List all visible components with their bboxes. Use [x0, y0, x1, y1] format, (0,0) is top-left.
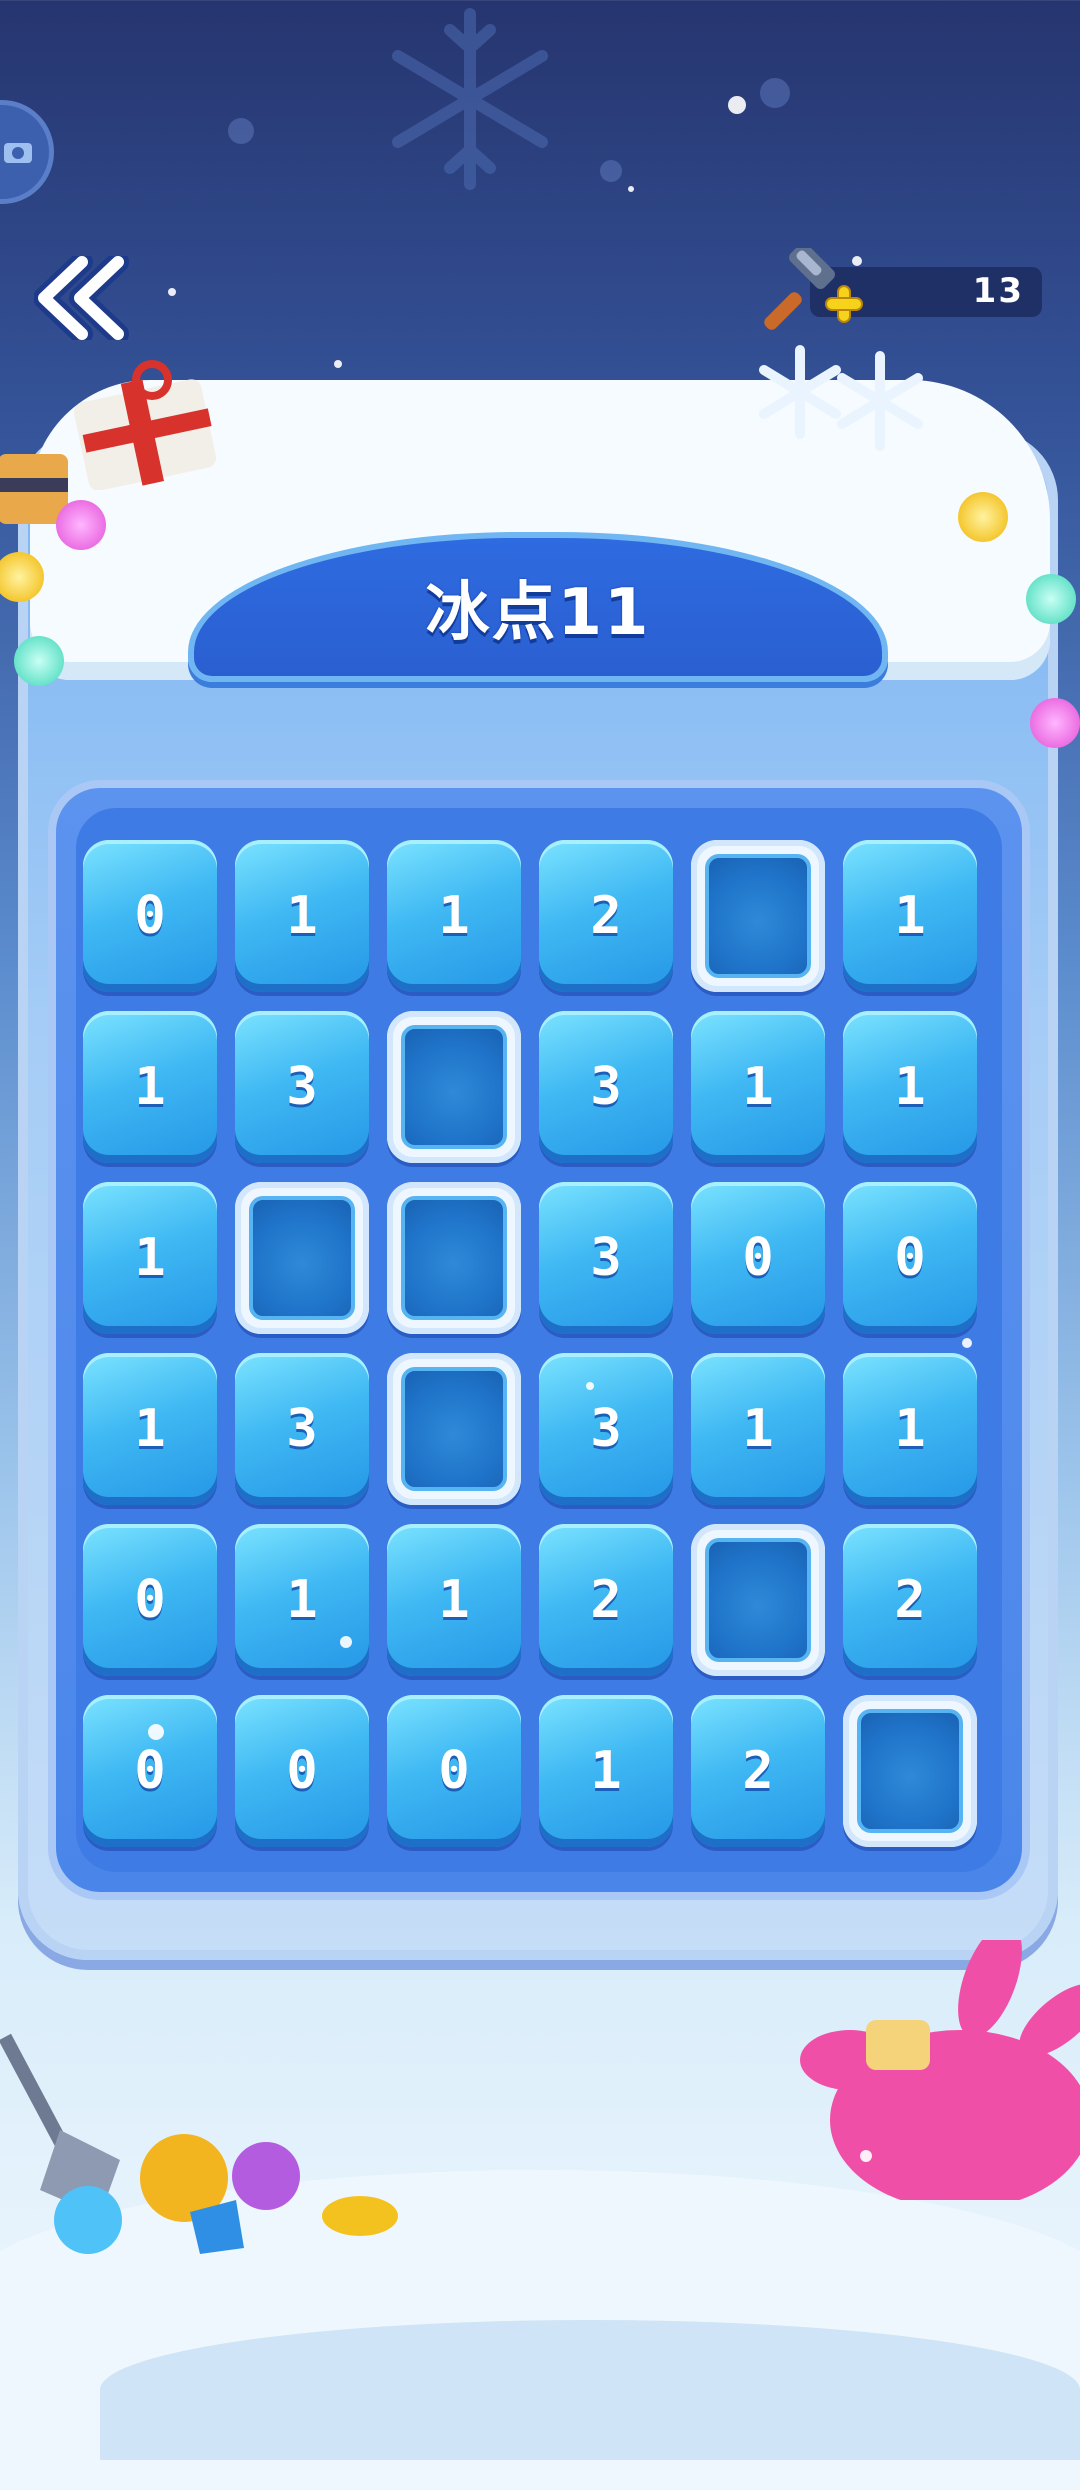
light-bulb [1030, 698, 1080, 748]
tile-number: 1 [742, 1057, 774, 1117]
number-tile[interactable]: 1 [691, 1011, 825, 1163]
number-tile[interactable]: 1 [691, 1353, 825, 1505]
number-tile[interactable]: 1 [83, 1011, 217, 1163]
tile-number: 3 [590, 1399, 622, 1459]
tile-number: 0 [134, 1741, 166, 1801]
tile-number: 1 [286, 1570, 318, 1630]
tile-number: 2 [590, 886, 622, 946]
number-tile[interactable]: 0 [843, 1182, 977, 1334]
snowflake-decoration [392, 8, 548, 190]
ice-tile[interactable] [387, 1182, 521, 1334]
tile-number: 3 [286, 1399, 318, 1459]
light-bulb [1026, 574, 1076, 624]
ice-tile[interactable] [843, 1695, 977, 1847]
frozen-ice-tile-icon [857, 1709, 963, 1833]
plus-icon[interactable] [822, 282, 866, 326]
number-tile[interactable]: 1 [387, 840, 521, 992]
tile-number: 0 [742, 1228, 774, 1288]
number-tile[interactable]: 0 [235, 1695, 369, 1847]
frozen-ice-tile-icon [401, 1196, 507, 1320]
tile-number: 0 [438, 1741, 470, 1801]
number-tile[interactable]: 1 [843, 1011, 977, 1163]
number-tile[interactable]: 1 [83, 1353, 217, 1505]
tile-number: 1 [894, 1399, 926, 1459]
light-bulb [56, 500, 106, 550]
frozen-ice-tile-icon [705, 854, 811, 978]
number-tile[interactable]: 0 [387, 1695, 521, 1847]
snowflake-cluster-decoration [759, 345, 923, 451]
ice-tile[interactable] [691, 1524, 825, 1676]
back-button[interactable] [34, 256, 134, 340]
number-tile[interactable]: 3 [235, 1353, 369, 1505]
double-chevron-left-icon [34, 256, 129, 340]
number-tile[interactable]: 3 [539, 1182, 673, 1334]
number-tile[interactable]: 2 [691, 1695, 825, 1847]
number-tile[interactable]: 1 [539, 1695, 673, 1847]
tile-number: 1 [134, 1399, 166, 1459]
number-tile[interactable]: 0 [691, 1182, 825, 1334]
frozen-ice-tile-icon [401, 1367, 507, 1491]
light-bulb [958, 492, 1008, 542]
camera-icon [4, 143, 32, 163]
number-tile[interactable]: 0 [83, 1695, 217, 1847]
number-tile[interactable]: 1 [235, 840, 369, 992]
tile-number: 2 [742, 1741, 774, 1801]
gift-box-decoration [73, 360, 217, 490]
number-tile[interactable]: 1 [387, 1524, 521, 1676]
number-tile[interactable]: 3 [235, 1011, 369, 1163]
mystery-items-decoration [54, 2134, 398, 2254]
tile-number: 1 [590, 1741, 622, 1801]
tile-number: 1 [286, 886, 318, 946]
light-bulb [14, 636, 64, 686]
level-title: 冰点11 [425, 576, 651, 650]
number-tile[interactable]: 0 [83, 840, 217, 992]
tile-number: 1 [134, 1228, 166, 1288]
snow-drift [100, 2320, 1080, 2460]
tile-number: 0 [134, 886, 166, 946]
ice-tile[interactable] [387, 1353, 521, 1505]
tile-number: 0 [286, 1741, 318, 1801]
number-tile[interactable]: 1 [235, 1524, 369, 1676]
tile-number: 1 [742, 1399, 774, 1459]
tile-number: 3 [590, 1228, 622, 1288]
tile-number: 2 [894, 1570, 926, 1630]
pink-bunny-character [800, 1940, 1080, 2200]
ice-tile[interactable] [387, 1011, 521, 1163]
number-tile[interactable]: 3 [539, 1011, 673, 1163]
ice-tile[interactable] [235, 1182, 369, 1334]
tile-number: 3 [590, 1057, 622, 1117]
number-tile[interactable]: 2 [539, 1524, 673, 1676]
frozen-ice-tile-icon [705, 1538, 811, 1662]
tile-number: 1 [438, 1570, 470, 1630]
number-tile[interactable]: 2 [843, 1524, 977, 1676]
number-tile[interactable]: 3 [539, 1353, 673, 1505]
number-tile[interactable]: 1 [843, 840, 977, 992]
ice-tile[interactable] [691, 840, 825, 992]
tile-number: 1 [894, 1057, 926, 1117]
tile-number: 1 [894, 886, 926, 946]
tile-number: 0 [134, 1570, 166, 1630]
tile-number: 2 [590, 1570, 622, 1630]
number-tile[interactable]: 1 [843, 1353, 977, 1505]
tile-number: 1 [134, 1057, 166, 1117]
frozen-ice-tile-icon [249, 1196, 355, 1320]
frozen-ice-tile-icon [401, 1025, 507, 1149]
tile-number: 0 [894, 1228, 926, 1288]
hammer-count: 13 [972, 271, 1024, 311]
tile-number: 3 [286, 1057, 318, 1117]
screenshot-button[interactable] [0, 100, 54, 204]
number-tile[interactable]: 2 [539, 840, 673, 992]
number-tile[interactable]: 0 [83, 1524, 217, 1676]
number-tile[interactable]: 1 [83, 1182, 217, 1334]
tile-number: 1 [438, 886, 470, 946]
